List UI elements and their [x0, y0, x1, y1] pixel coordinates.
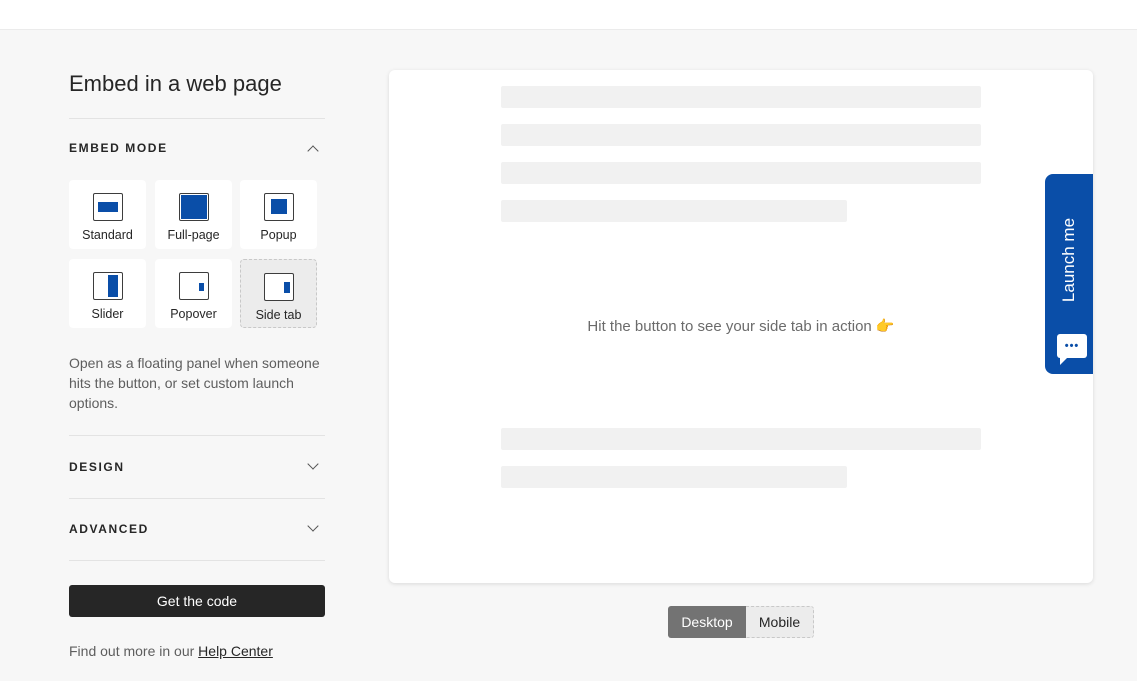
popover-mode-icon: [178, 272, 209, 300]
side-tab-mode-icon: [263, 273, 294, 301]
placeholder-line: [501, 466, 847, 488]
mode-label: Standard: [82, 228, 133, 242]
top-bar: [0, 0, 1137, 30]
mobile-view-button[interactable]: Mobile: [746, 606, 814, 638]
design-heading: DESIGN: [69, 460, 125, 474]
preview-frame: Hit the button to see your side tab in a…: [389, 70, 1093, 583]
side-tab-label: Launch me: [1059, 217, 1078, 303]
popup-mode-icon: [263, 193, 294, 221]
placeholder-line: [501, 86, 981, 108]
standard-mode-icon: [92, 193, 123, 221]
divider: [69, 560, 325, 561]
mode-popover[interactable]: Popover: [155, 259, 232, 328]
chevron-up-icon: [307, 145, 319, 157]
placeholder-line: [501, 162, 981, 184]
mode-full-page[interactable]: Full-page: [155, 180, 232, 249]
side-tab-launch-button[interactable]: Launch me •••: [1045, 174, 1093, 374]
chevron-down-icon: [307, 520, 319, 532]
mode-label: Side tab: [255, 308, 302, 322]
embed-mode-heading: EMBED MODE: [69, 141, 168, 155]
advanced-section-header[interactable]: ADVANCED: [69, 519, 325, 539]
full-page-mode-icon: [178, 193, 209, 221]
help-text: Find out more in our Help Center: [69, 643, 273, 659]
divider: [69, 118, 325, 119]
get-code-button[interactable]: Get the code: [69, 585, 325, 617]
page-title: Embed in a web page: [69, 71, 282, 96]
divider: [69, 435, 325, 436]
mode-label: Full-page: [167, 228, 220, 242]
mode-standard[interactable]: Standard: [69, 180, 146, 249]
design-section-header[interactable]: DESIGN: [69, 457, 325, 477]
advanced-heading: ADVANCED: [69, 522, 149, 536]
view-toggle: Desktop Mobile: [668, 606, 814, 638]
preview-hint: Hit the button to see your side tab in a…: [587, 318, 895, 335]
mode-label: Popover: [170, 307, 217, 321]
help-prefix: Find out more in our: [69, 643, 199, 659]
embed-mode-section-header[interactable]: EMBED MODE: [69, 138, 325, 158]
mode-popup[interactable]: Popup: [240, 180, 317, 249]
chat-bubble-icon: •••: [1057, 334, 1087, 365]
mode-side-tab[interactable]: Side tab: [240, 259, 317, 328]
chevron-down-icon: [307, 458, 319, 470]
embed-mode-description: Open as a floating panel when someone hi…: [69, 355, 320, 411]
placeholder-line: [501, 124, 981, 146]
slider-mode-icon: [92, 272, 123, 300]
help-center-link[interactable]: Help Center: [198, 643, 273, 659]
mode-slider[interactable]: Slider: [69, 259, 146, 328]
mode-label: Slider: [91, 307, 124, 321]
mode-label: Popup: [260, 228, 297, 242]
placeholder-line: [501, 428, 981, 450]
desktop-view-button[interactable]: Desktop: [668, 606, 746, 638]
divider: [69, 498, 325, 499]
placeholder-line: [501, 200, 847, 222]
